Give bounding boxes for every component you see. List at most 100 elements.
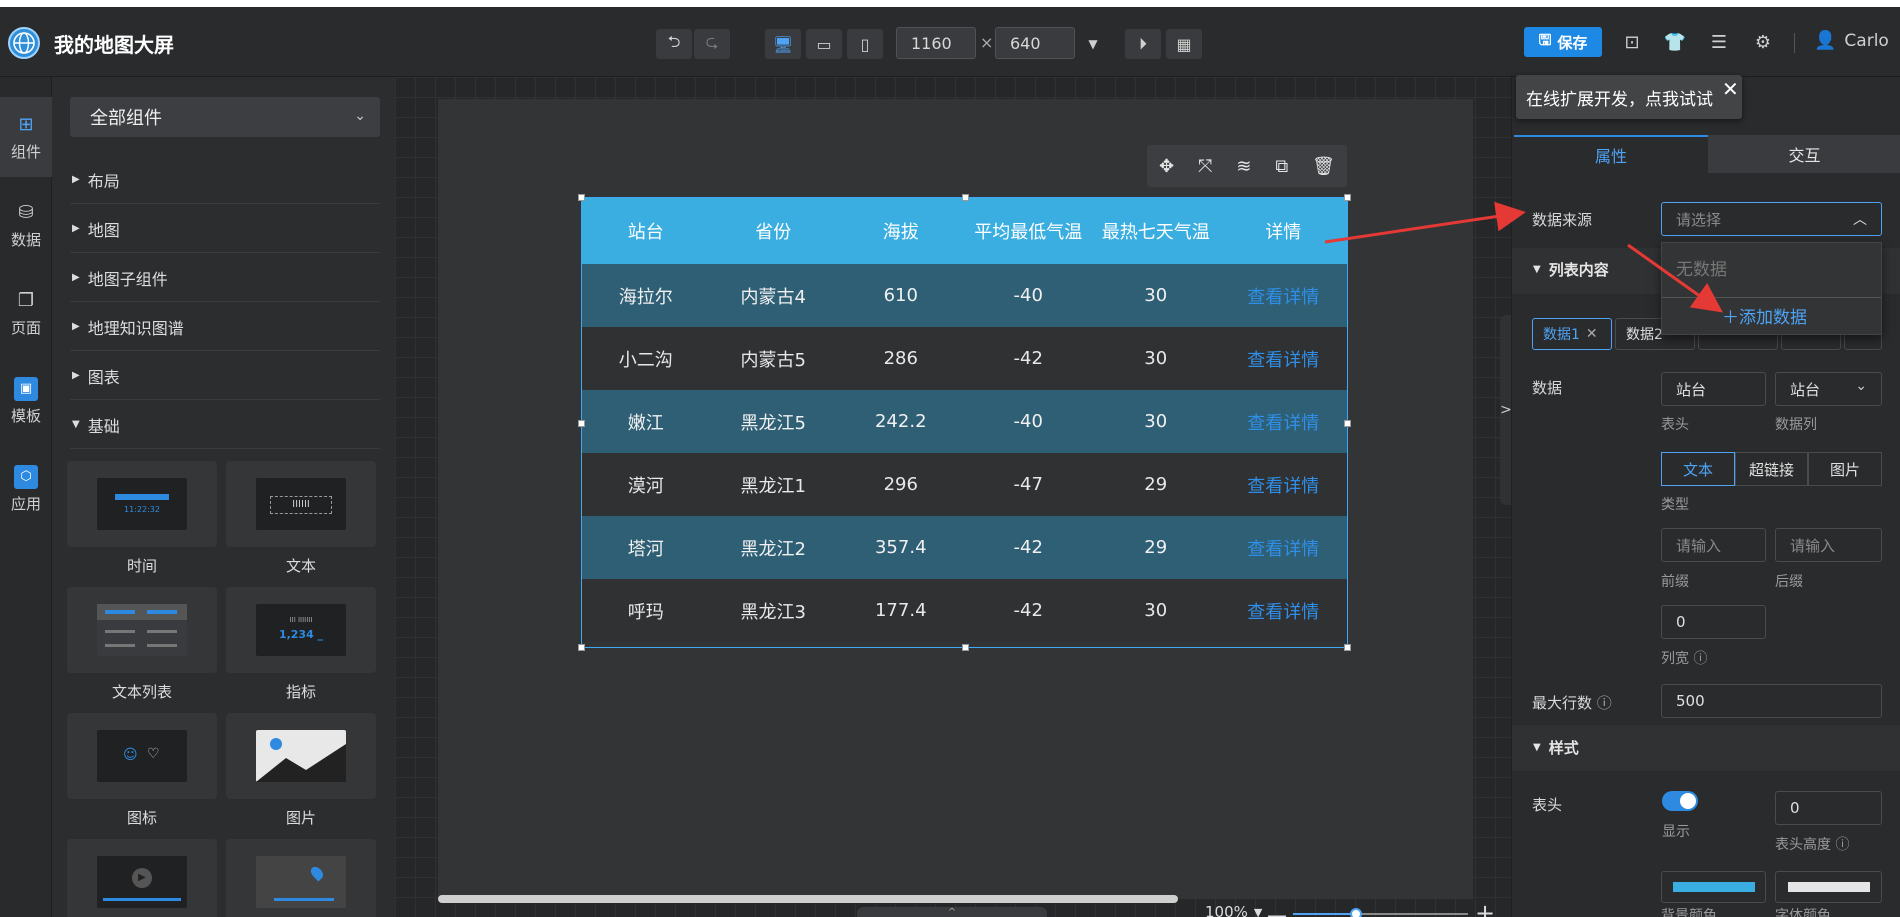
canvas-height-input[interactable]: 640 [995, 27, 1075, 59]
resize-handle[interactable] [1344, 420, 1351, 427]
terminal-icon[interactable]: ⊡ [1619, 29, 1645, 55]
card-time[interactable]: 11:22:32 [67, 461, 217, 547]
qrcode-button[interactable]: ▦ [1166, 29, 1202, 59]
desktop-view-button[interactable]: 🖥 [765, 29, 801, 59]
rail-item-app[interactable]: ⬡ 应用 [0, 449, 52, 529]
horizontal-scrollbar[interactable] [438, 895, 1178, 903]
style-header[interactable]: ▼ 样式 [1533, 737, 1579, 758]
datasource-select[interactable]: 请选择 ︿ [1661, 202, 1882, 236]
table-header-row: 站台 省份 海拔 平均最低气温 最热七天气温 详情 [582, 198, 1347, 264]
text-thumb: IIIIII [256, 478, 346, 530]
card-metric[interactable]: III IIIIIII 1,234 _ [226, 587, 376, 673]
mobile-view-button[interactable]: ▯ [847, 29, 883, 59]
tablet-view-button[interactable]: ▭ [806, 29, 842, 59]
zoom-select[interactable]: 100% ▼ [1205, 903, 1262, 917]
chip-label: 数据1 [1543, 327, 1580, 343]
header-height-input[interactable]: 0 [1775, 791, 1882, 825]
component-filter-select[interactable]: 全部组件 ⌄ [70, 97, 380, 137]
resize-handle[interactable] [1344, 194, 1351, 201]
save-button[interactable]: 🖫 保存 [1524, 27, 1602, 57]
resize-handle[interactable] [578, 194, 585, 201]
layers-icon[interactable]: ≋ [1236, 156, 1251, 177]
extension-tooltip[interactable]: 在线扩展开发，点我试试 [1516, 75, 1742, 119]
category-chart[interactable]: ▶ 图表 [70, 352, 380, 400]
header-show-toggle[interactable] [1662, 791, 1698, 811]
preview-button[interactable]: ⏵ [1125, 29, 1161, 59]
data-chip-1[interactable]: 数据1 ✕ [1532, 318, 1612, 350]
table-cell: 242.2 [874, 411, 927, 432]
resize-handle[interactable] [962, 194, 969, 201]
type-text-option[interactable]: 文本 [1661, 452, 1735, 486]
list-content-header[interactable]: ▼ 列表内容 [1533, 259, 1609, 280]
rail-item-pages[interactable]: ❐ 页面 [0, 273, 52, 353]
move-icon[interactable]: ✥ [1159, 156, 1174, 177]
copy-icon[interactable]: ⧉ [1275, 156, 1288, 177]
card-image[interactable] [226, 713, 376, 799]
category-layout[interactable]: ▶ 布局 [70, 156, 380, 204]
view-details-link[interactable]: 查看详情 [1220, 598, 1348, 624]
card-text[interactable]: IIIIII [226, 461, 376, 547]
resolution-dropdown[interactable]: ▼ [1080, 29, 1106, 59]
rail-item-components[interactable]: ⊞ 组件 [0, 97, 52, 177]
header-name-input[interactable]: 站台 [1661, 372, 1766, 406]
category-geo-graph[interactable]: ▶ 地理知识图谱 [70, 303, 380, 351]
redo-button[interactable]: ⮎ [694, 29, 730, 59]
type-link-option[interactable]: 超链接 [1735, 452, 1808, 486]
prefix-input[interactable]: 请输入 [1661, 528, 1766, 562]
table-header-cell: 最热七天气温 [1101, 222, 1210, 243]
rail-item-data[interactable]: ⛁ 数据 [0, 185, 52, 265]
rail-item-template[interactable]: ▣ 模板 [0, 361, 52, 441]
gear-icon[interactable]: ⚙ [1750, 29, 1776, 55]
bottom-panel-toggle[interactable]: ^ [857, 907, 1047, 917]
card-carousel[interactable] [226, 839, 376, 917]
category-basic[interactable]: ▼ 基础 [70, 401, 380, 449]
canvas-width-input[interactable]: 1160 [896, 27, 976, 59]
zoom-in-button[interactable]: + [1475, 899, 1495, 917]
view-details-link[interactable]: 查看详情 [1220, 283, 1348, 309]
add-data-button[interactable]: ＋添加数据 [1722, 303, 1807, 328]
help-icon[interactable]: ⓘ [1835, 837, 1849, 853]
user-menu[interactable]: 👤 Carlo [1814, 30, 1889, 51]
card-icon[interactable]: ☺ ♡ [67, 713, 217, 799]
help-icon[interactable]: ⓘ [1693, 651, 1707, 667]
close-icon[interactable]: ✕ [1722, 77, 1739, 101]
time-thumb: 11:22:32 [97, 478, 187, 530]
column-select[interactable]: 站台 ⌄ [1775, 372, 1882, 406]
trash-icon[interactable]: 🗑 [1312, 156, 1335, 177]
type-image-option[interactable]: 图片 [1808, 452, 1882, 486]
resize-handle[interactable] [962, 644, 969, 651]
card-text-list[interactable] [67, 587, 217, 673]
resize-handle[interactable] [578, 644, 585, 651]
view-details-link[interactable]: 查看详情 [1220, 472, 1348, 498]
column-width-input[interactable]: 0 [1661, 605, 1766, 639]
table-cell: 29 [1144, 474, 1168, 495]
max-rows-input[interactable]: 500 [1661, 684, 1882, 718]
tab-attributes[interactable]: 属性 [1514, 135, 1708, 173]
resize-handle[interactable] [578, 420, 585, 427]
bg-color-picker[interactable] [1661, 871, 1766, 903]
fullscreen-icon[interactable]: ⤧ [1198, 156, 1212, 177]
view-details-link[interactable]: 查看详情 [1220, 346, 1348, 372]
suffix-input[interactable]: 请输入 [1775, 528, 1882, 562]
card-video[interactable]: ▶ [67, 839, 217, 917]
category-map-sub[interactable]: ▶ 地图子组件 [70, 254, 380, 302]
card-label: 图标 [126, 809, 157, 827]
resize-handle[interactable] [1344, 644, 1351, 651]
category-map[interactable]: ▶ 地图 [70, 205, 380, 253]
zoom-out-button[interactable]: — [1267, 903, 1287, 917]
undo-button[interactable]: ⮌ [656, 29, 692, 59]
table-widget[interactable]: 站台 省份 海拔 平均最低气温 最热七天气温 详情 海拉尔 内蒙古4 610 -40 30 查看详情小… [578, 194, 1351, 651]
pages-icon: ❐ [17, 290, 35, 311]
help-icon[interactable]: ⓘ [1597, 694, 1612, 712]
tab-interaction[interactable]: 交互 [1708, 135, 1900, 173]
list-icon[interactable]: ☰ [1706, 29, 1732, 55]
view-details-link[interactable]: 查看详情 [1220, 409, 1348, 435]
close-icon[interactable]: ✕ [1586, 326, 1598, 342]
font-color-picker[interactable] [1775, 871, 1882, 903]
suffix-sub-label: 后缀 [1775, 574, 1803, 590]
table-row: 小二沟 内蒙古5 286 -42 30 查看详情 [582, 327, 1347, 390]
shirt-icon[interactable]: 👕 [1662, 29, 1688, 55]
zoom-slider-handle[interactable] [1350, 908, 1362, 917]
section-title: 样式 [1548, 739, 1579, 757]
view-details-link[interactable]: 查看详情 [1220, 535, 1348, 561]
